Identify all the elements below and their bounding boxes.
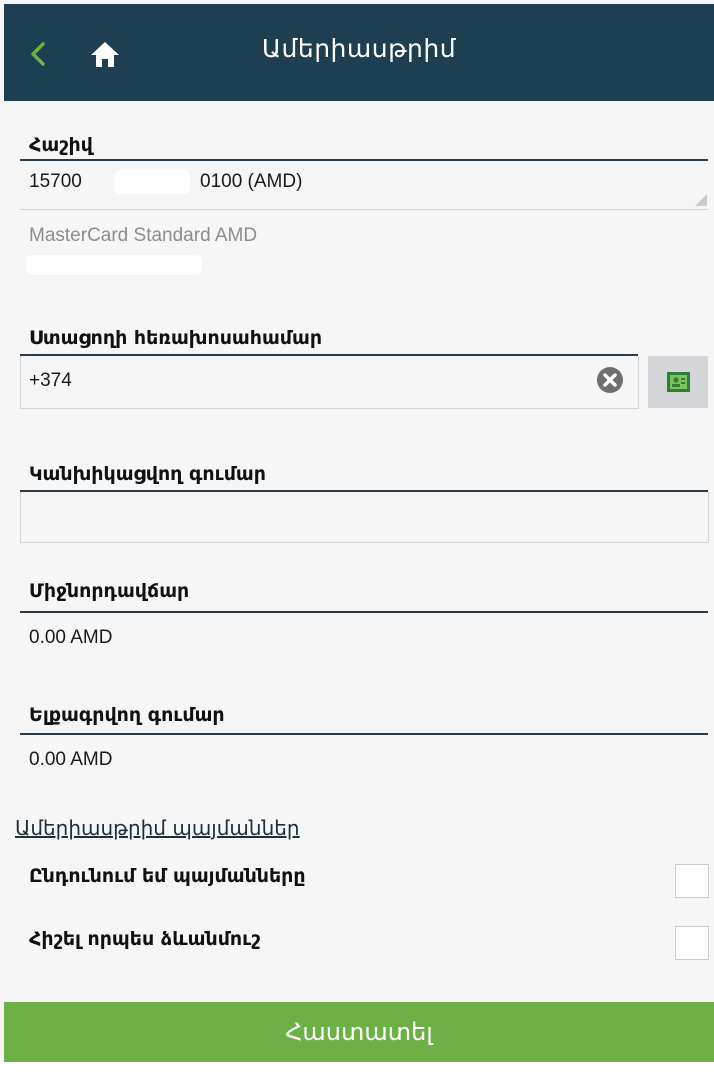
redacted-account-digits: [115, 170, 190, 194]
clear-phone-button[interactable]: [597, 367, 623, 393]
save-template-label: Հիշել որպես ձևանմուշ: [29, 928, 261, 950]
page-title: Ամերիասթրիմ: [261, 34, 457, 63]
contacts-icon: [667, 372, 690, 392]
bottom-area: [0, 1062, 714, 1091]
accept-terms-label: Ընդունում եմ պայմանները: [29, 865, 306, 887]
debited-amount-value: 0.00 AMD: [29, 749, 113, 770]
cash-amount-input[interactable]: [20, 492, 709, 543]
dropdown-corner-icon: [695, 194, 707, 206]
recipient-phone-label: Ստացողի հեռախոսահամար: [29, 327, 323, 349]
debited-amount-divider: [20, 733, 708, 735]
top-bar: Ամերիասթրիմ: [4, 4, 714, 101]
fee-value: 0.00 AMD: [29, 627, 113, 648]
cash-amount-label: Կանխիկացվող գումար: [29, 463, 266, 485]
terms-link[interactable]: Ամերիասթրիմ պայմաններ: [15, 816, 300, 840]
account-label: Հաշիվ: [29, 134, 93, 156]
fee-divider: [20, 611, 708, 613]
fee-label: Միջնորդավճար: [29, 580, 190, 602]
save-template-checkbox[interactable]: [675, 926, 709, 960]
accept-terms-checkbox[interactable]: [675, 864, 709, 898]
account-number-prefix: 15700: [29, 171, 82, 192]
screen: Ամերիասթրիմ Հաշիվ 15700 0100 (AMD) Maste…: [0, 0, 714, 1091]
recipient-phone-input[interactable]: [20, 356, 639, 409]
account-number-suffix: 0100 (AMD): [200, 171, 303, 192]
clear-icon: [603, 373, 617, 387]
confirm-button[interactable]: Հաստատել: [4, 1002, 714, 1062]
debited-amount-label: Ելքագրվող գումար: [29, 704, 225, 726]
contacts-button[interactable]: [648, 356, 708, 408]
card-name: MasterCard Standard AMD: [29, 225, 258, 246]
recipient-phone-value: +374: [29, 370, 72, 391]
redacted-balance: [26, 255, 202, 275]
